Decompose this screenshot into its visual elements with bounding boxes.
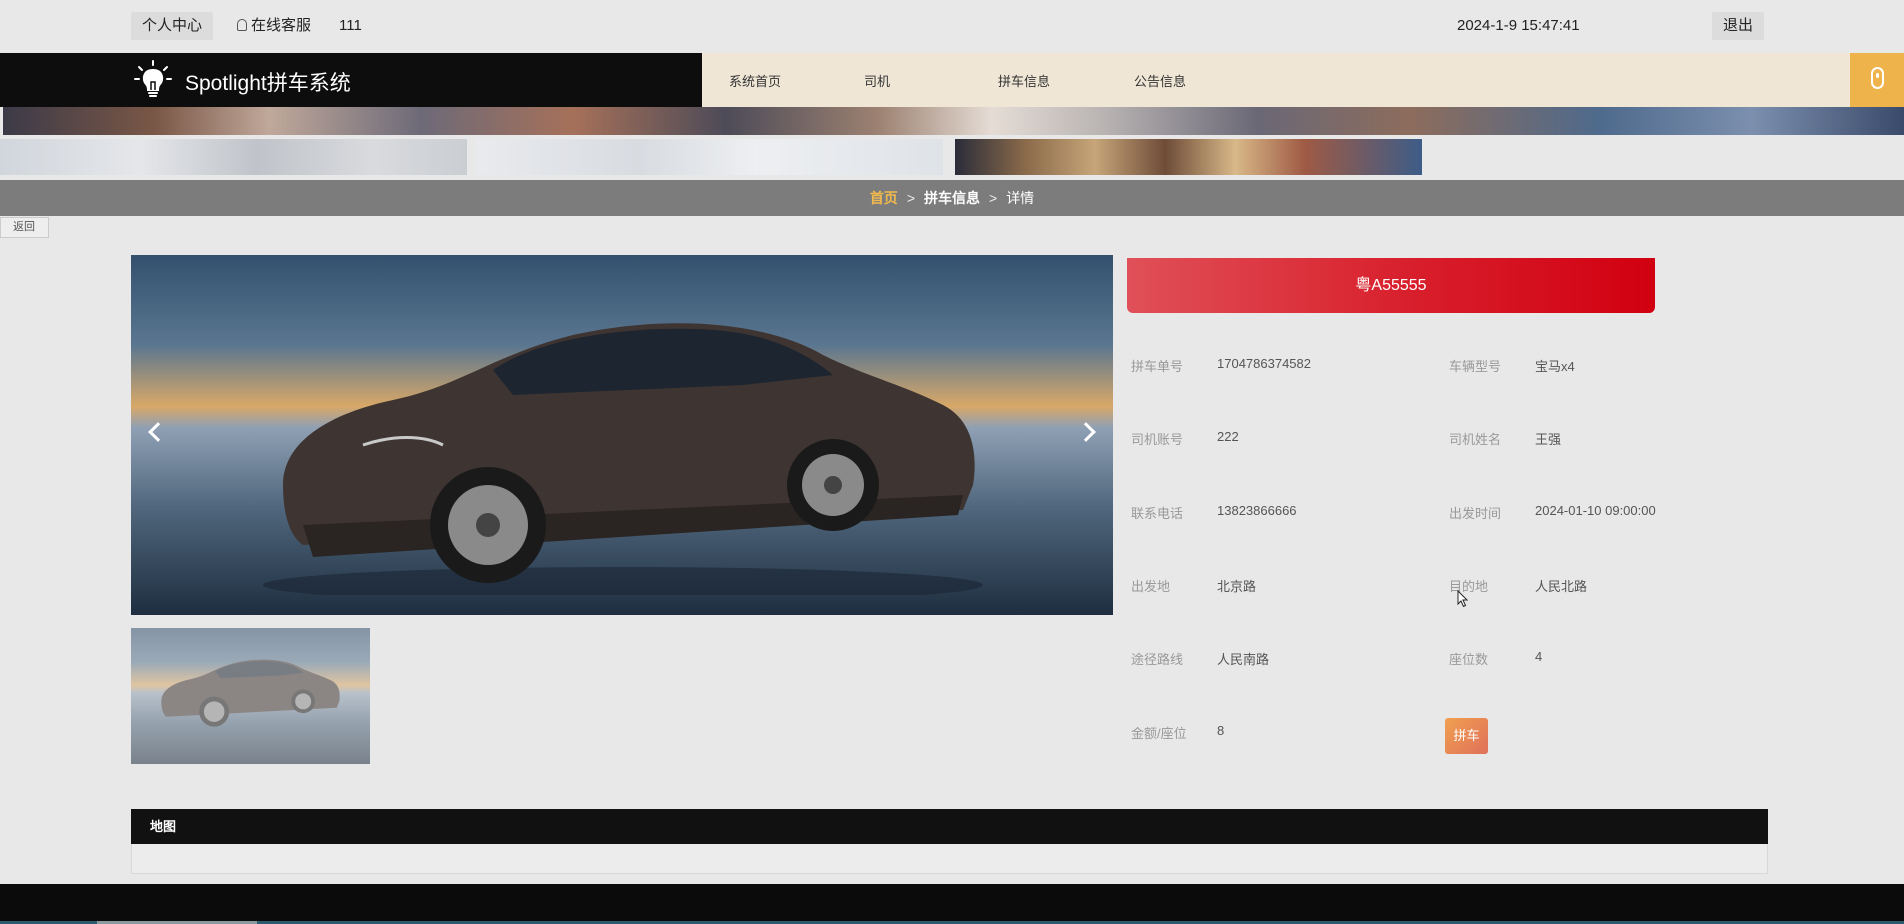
field-value: 2024-01-10 09:00:00 — [1535, 503, 1656, 518]
back-button[interactable]: 返回 — [0, 217, 49, 238]
next-arrow-icon[interactable] — [1076, 422, 1096, 442]
mouse-icon — [1871, 67, 1884, 89]
banner-thumbnail[interactable] — [0, 139, 467, 175]
image-carousel — [131, 255, 1113, 615]
field-value: 8 — [1217, 723, 1225, 738]
breadcrumb-section[interactable]: 拼车信息 — [924, 190, 980, 206]
field-value: 人民北路 — [1535, 579, 1588, 594]
field-label: 途径路线 — [1131, 652, 1184, 667]
logout-button[interactable]: 退出 — [1712, 12, 1765, 40]
online-service-link[interactable]: 在线客服 — [237, 12, 311, 40]
user-icon — [237, 19, 247, 31]
field-label: 车辆型号 — [1449, 359, 1502, 374]
field-value: 1704786374582 — [1217, 356, 1311, 371]
banner-thumbnail[interactable] — [955, 139, 1422, 175]
nav-home[interactable]: 系统首页 — [729, 71, 781, 90]
personal-center-button[interactable]: 个人中心 — [131, 12, 214, 40]
top-bar: 个人中心 在线客服 111 2024-1-9 15:47:41 退出 — [0, 0, 1904, 53]
brand-name: Spotlight拼车系统 — [185, 72, 351, 95]
field-value: 人民南路 — [1217, 652, 1270, 667]
field-label: 出发时间 — [1449, 506, 1502, 521]
scroll-toggle-button[interactable] — [1850, 53, 1904, 107]
map-container[interactable] — [131, 844, 1768, 874]
datetime: 2024-1-9 15:47:41 — [1457, 17, 1580, 34]
breadcrumb-current: 详情 — [1006, 190, 1035, 206]
field-value: 北京路 — [1217, 579, 1257, 594]
banner-image — [3, 107, 1904, 135]
footer — [0, 884, 1904, 924]
field-value: 13823866666 — [1217, 503, 1297, 518]
field-value: 4 — [1535, 649, 1543, 664]
thumbnail-overlay — [131, 628, 370, 764]
carpool-button[interactable]: 拼车 — [1445, 718, 1488, 754]
nav-driver[interactable]: 司机 — [864, 71, 890, 90]
map-section-title: 地图 — [131, 809, 1768, 844]
field-value: 王强 — [1535, 432, 1562, 447]
field-label: 司机账号 — [1131, 432, 1184, 447]
brand[interactable]: Spotlight拼车系统 — [0, 53, 702, 107]
field-label: 座位数 — [1449, 652, 1489, 667]
thumbnail-image[interactable] — [131, 628, 370, 764]
field-value: 宝马x4 — [1535, 359, 1575, 374]
field-label: 司机姓名 — [1449, 432, 1502, 447]
field-label: 出发地 — [1131, 579, 1171, 594]
previous-arrow-icon[interactable] — [148, 422, 168, 442]
nav-carpool-info[interactable]: 拼车信息 — [998, 71, 1050, 90]
nav-announcements[interactable]: 公告信息 — [1134, 71, 1186, 90]
field-label: 拼车单号 — [1131, 359, 1184, 374]
banner-thumbnail[interactable] — [476, 139, 943, 175]
field-label: 金额/座位 — [1131, 726, 1187, 741]
field-label: 联系电话 — [1131, 506, 1184, 521]
breadcrumb-home[interactable]: 首页 — [870, 190, 898, 206]
lightbulb-icon — [134, 60, 172, 97]
field-value: 222 — [1217, 429, 1239, 444]
online-service-label: 在线客服 — [251, 17, 312, 34]
header: Spotlight拼车系统 系统首页 司机 拼车信息 公告信息 — [0, 53, 1904, 107]
breadcrumb-separator: > — [906, 190, 915, 206]
breadcrumb-separator: > — [989, 190, 998, 206]
mouse-cursor-icon — [1457, 590, 1469, 608]
breadcrumb: 首页 > 拼车信息 > 详情 — [0, 180, 1904, 216]
license-plate: 粤A55555 — [1127, 258, 1655, 313]
username: 111 — [339, 17, 362, 34]
car-image — [263, 323, 983, 595]
